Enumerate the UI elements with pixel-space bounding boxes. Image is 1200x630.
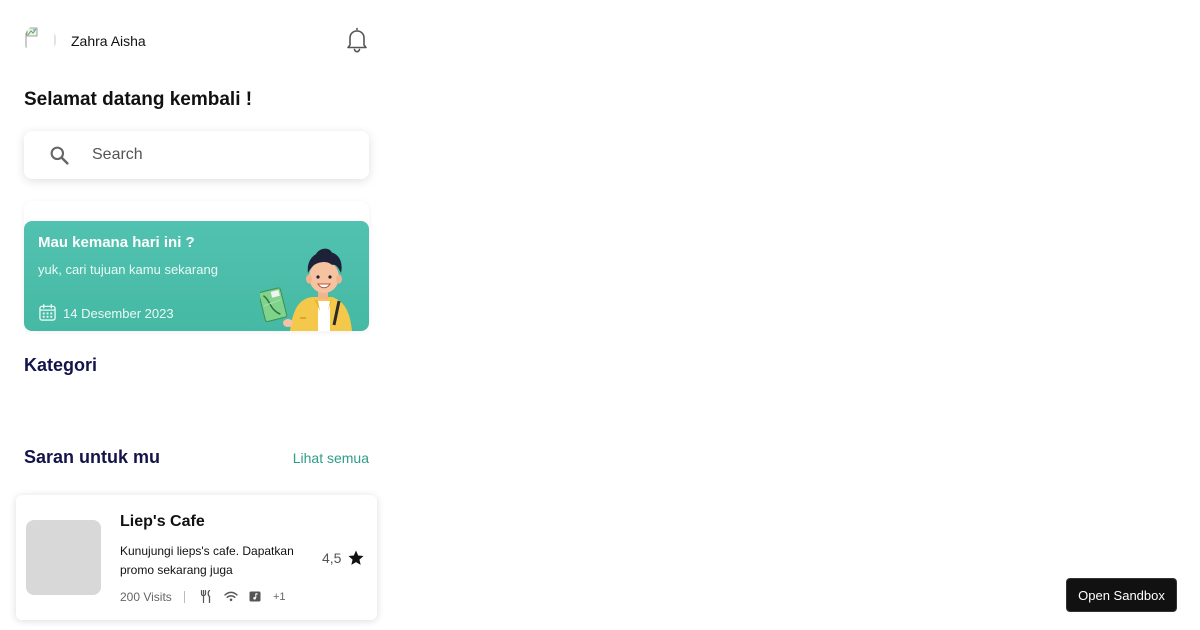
suggestions-heading: Saran untuk mu — [24, 447, 161, 467]
avatar[interactable] — [24, 24, 56, 56]
category-heading: Kategori — [24, 355, 98, 375]
place-rating: 4,5 — [322, 550, 342, 566]
destination-banner[interactable]: Mau kemana hari ini ? yuk, cari tujuan k… — [24, 221, 369, 331]
user-name: Zahra Aisha — [71, 33, 146, 49]
more-facilities-count: +1 — [273, 591, 286, 603]
welcome-heading: Selamat datang kembali ! — [24, 89, 253, 110]
open-sandbox-button[interactable]: Open Sandbox — [1066, 578, 1177, 612]
wifi-icon — [224, 591, 238, 602]
meta-divider — [184, 591, 185, 603]
see-all-link[interactable]: Lihat semua — [293, 450, 369, 466]
star-icon — [348, 550, 364, 565]
broken-image-icon — [24, 24, 56, 56]
visit-count: 200 Visits — [120, 590, 172, 604]
place-name: Liep's Cafe — [120, 513, 205, 530]
banner-subtitle: yuk, cari tujuan kamu sekarang — [38, 262, 218, 277]
place-thumbnail — [26, 520, 101, 595]
search-bar[interactable] — [24, 131, 369, 179]
bell-icon[interactable] — [345, 27, 369, 53]
header: Zahra Aisha — [24, 24, 369, 56]
music-icon — [249, 591, 261, 602]
banner-title: Mau kemana hari ini ? — [38, 234, 195, 251]
traveler-illustration — [260, 248, 352, 331]
calendar-icon — [39, 304, 56, 321]
place-description: Kunujungi lieps's cafe. Dapatkan promo s… — [120, 544, 294, 577]
utensils-icon — [200, 590, 211, 603]
search-input[interactable] — [92, 143, 342, 167]
banner-date: 14 Desember 2023 — [63, 306, 174, 321]
banner-container: Mau kemana hari ini ? yuk, cari tujuan k… — [24, 201, 369, 331]
search-icon — [50, 146, 69, 165]
place-card[interactable]: Liep's Cafe Kunujungi lieps's cafe. Dapa… — [16, 495, 377, 620]
